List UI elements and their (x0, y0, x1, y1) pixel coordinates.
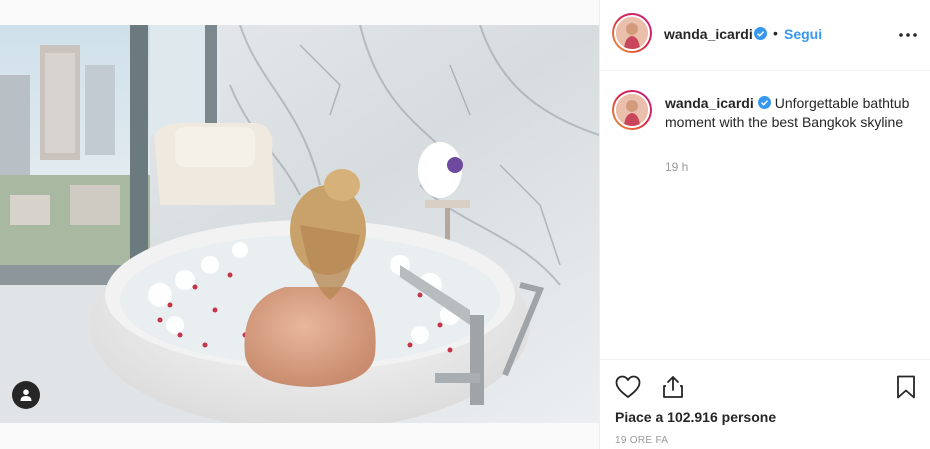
user-tag-button[interactable] (12, 381, 40, 409)
post-actions: Piace a 102.916 persone 19 ORE FA (600, 359, 930, 449)
verified-badge-icon (754, 27, 767, 45)
post-side-panel: wanda_icardi • Segui wanda_icardi Unforg… (599, 0, 930, 449)
avatar-image (616, 94, 648, 126)
likes-count[interactable]: Piace a 102.916 persone (615, 409, 776, 425)
share-icon (663, 376, 683, 398)
caption-timestamp[interactable]: 19 h (665, 160, 688, 174)
user-tag-icon (20, 389, 32, 401)
more-options-button[interactable] (897, 25, 919, 45)
caption-username[interactable]: wanda_icardi (665, 95, 754, 111)
more-options-icon (899, 33, 917, 37)
bookmark-icon (897, 375, 915, 399)
instagram-post: wanda_icardi • Segui wanda_icardi Unforg… (0, 0, 930, 449)
photo-column (0, 0, 599, 449)
caption-text: wanda_icardi Unforgettable bathtub moment… (665, 94, 917, 131)
follow-button[interactable]: Segui (784, 26, 822, 42)
share-button[interactable] (659, 373, 687, 401)
author-avatar[interactable] (612, 13, 652, 53)
post-timestamp[interactable]: 19 ORE FA (615, 435, 668, 446)
caption-avatar[interactable] (612, 90, 652, 130)
like-button[interactable] (614, 373, 642, 401)
separator-dot: • (773, 25, 778, 41)
verified-badge-icon (757, 95, 771, 113)
post-photo[interactable] (0, 25, 599, 423)
save-button[interactable] (892, 373, 920, 401)
avatar-image (616, 17, 648, 49)
heart-icon (615, 375, 641, 398)
post-header: wanda_icardi • Segui (600, 0, 930, 71)
bathtub-photo (0, 25, 599, 423)
author-username[interactable]: wanda_icardi (664, 26, 753, 42)
